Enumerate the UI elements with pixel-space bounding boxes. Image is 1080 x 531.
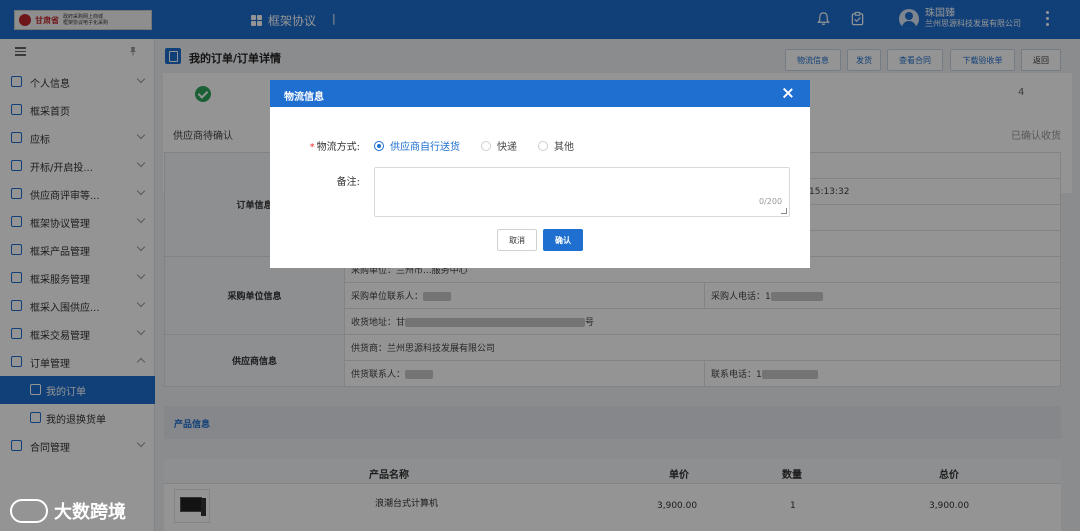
radio-other[interactable]: 其他 <box>538 138 574 153</box>
watermark-text: 大数跨境 <box>54 502 126 523</box>
dialog-header: 物流信息 <box>270 80 810 107</box>
dialog-title: 物流信息 <box>284 92 324 103</box>
cancel-button[interactable]: 取消 <box>497 229 537 251</box>
radio-button[interactable] <box>538 140 548 151</box>
remark-char-counter: 0/200 <box>759 197 783 206</box>
remark-label: 备注: <box>336 177 360 188</box>
radio-express[interactable]: 快递 <box>481 138 517 153</box>
logistics-dialog: 物流信息 * 物流方式: 供应商自行送货 快递 其他 备注: 0/200 取消 确… <box>270 80 810 268</box>
watermark: 大数跨境 <box>10 498 126 524</box>
resize-handle-icon[interactable] <box>781 208 787 214</box>
shipping-method-label: * 物流方式: <box>309 142 360 153</box>
watermark-logo-icon <box>10 499 48 523</box>
radio-button[interactable] <box>374 140 384 151</box>
confirm-button[interactable]: 确认 <box>543 229 583 251</box>
radio-button[interactable] <box>481 140 491 151</box>
remark-textarea[interactable] <box>374 167 790 217</box>
close-icon[interactable] <box>782 87 794 99</box>
radio-self-delivery[interactable]: 供应商自行送货 <box>374 138 460 153</box>
